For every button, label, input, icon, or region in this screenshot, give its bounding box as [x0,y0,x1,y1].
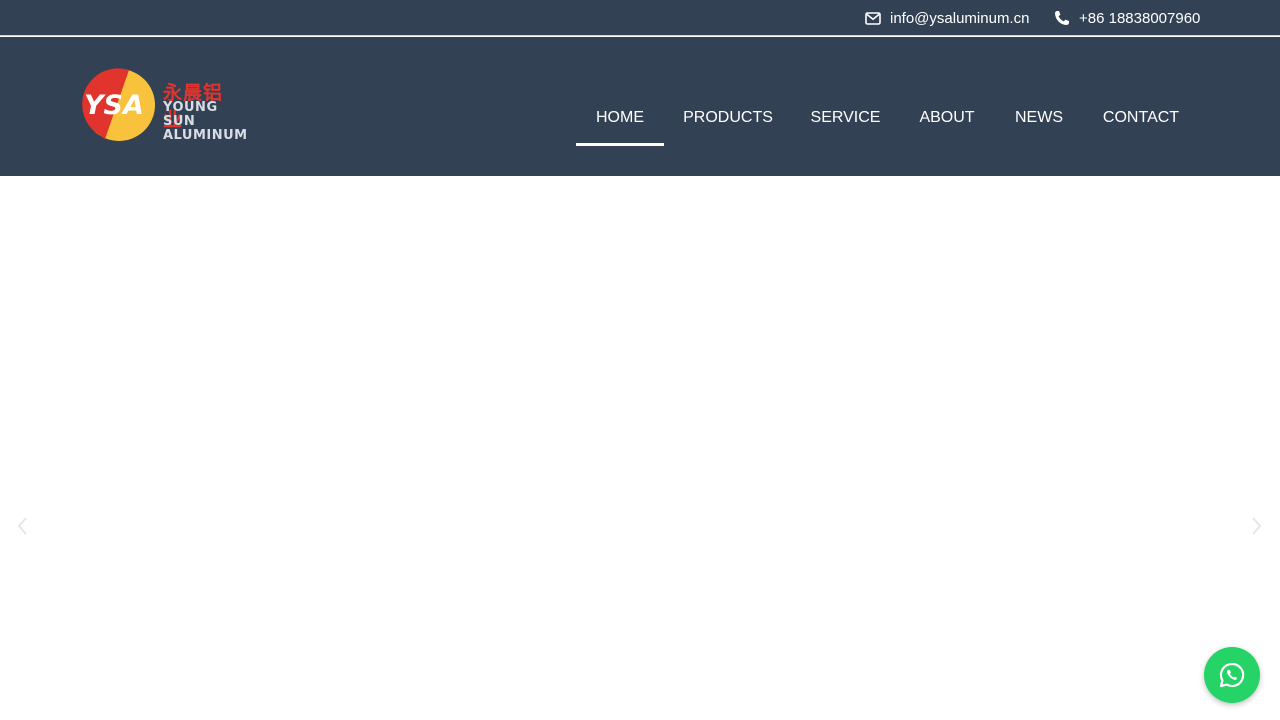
logo-mark-text: YSA [84,90,144,121]
nav-news[interactable]: NEWS [995,109,1083,146]
nav-home[interactable]: HOME [576,109,664,146]
phone-icon [1055,11,1069,25]
whatsapp-icon [1219,662,1245,688]
nav-service[interactable]: SERVICE [792,109,899,146]
email-text: info@ysaluminum.cn [890,9,1030,27]
hero-slider [0,176,1280,720]
logo-english-line1: YOUNG SUN [163,100,218,129]
site-logo[interactable]: YSA 永晨铝业 YOUNG SUN ALUMINUM [82,68,247,146]
slider-next-button[interactable] [1245,512,1269,540]
nav-contact[interactable]: CONTACT [1083,109,1199,146]
phone-text: +86 18838007960 [1079,9,1201,27]
nav-products[interactable]: PRODUCTS [664,109,792,146]
top-bar: info@ysaluminum.cn +86 18838007960 [0,0,1280,36]
logo-english-line2: ALUMINUM [163,128,248,143]
site-header: YSA 永晨铝业 YOUNG SUN ALUMINUM HOME PRODUCT… [0,37,1280,176]
logo-mark: YSA [82,68,155,141]
envelope-icon [865,11,881,25]
phone-link[interactable]: +86 18838007960 [1054,0,1200,36]
chevron-right-icon [1252,517,1262,535]
whatsapp-button[interactable] [1204,647,1260,703]
chevron-left-icon [17,517,27,535]
email-link[interactable]: info@ysaluminum.cn [865,0,1029,36]
slider-prev-button[interactable] [10,512,34,540]
nav-about[interactable]: ABOUT [899,109,995,146]
logo-english-name: YOUNG SUN ALUMINUM [163,101,248,143]
